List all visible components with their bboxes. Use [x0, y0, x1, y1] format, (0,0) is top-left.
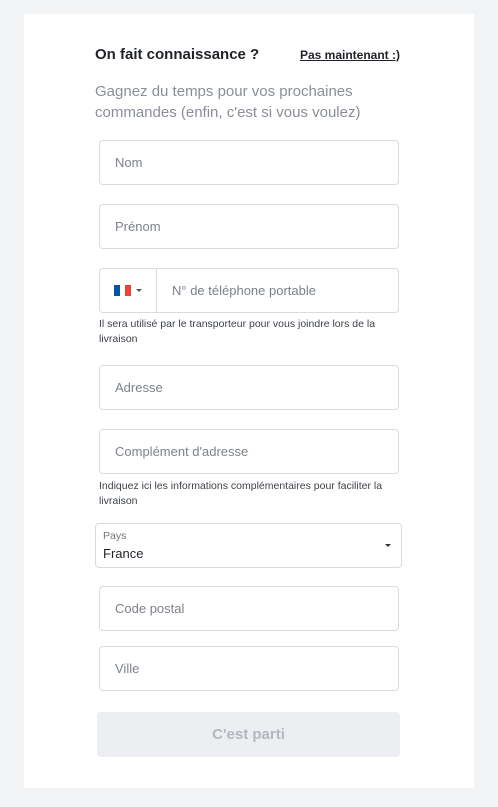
adresse-input[interactable]: Adresse: [99, 365, 399, 410]
phone-hint: Il sera utilisé par le transporteur pour…: [99, 318, 376, 345]
skip-link[interactable]: Pas maintenant :): [300, 48, 400, 62]
complement-hint: Indiquez ici les informations complément…: [99, 480, 383, 507]
fr-flag-icon: [114, 285, 132, 296]
ville-placeholder: Ville: [115, 661, 140, 676]
chevron-down-icon: [136, 289, 142, 292]
pays-label: Pays: [103, 530, 127, 542]
complement-input[interactable]: Complément d'adresse: [99, 429, 399, 474]
form-header: On fait connaissance ? Pas maintenant :): [95, 46, 400, 63]
ville-input[interactable]: Ville: [99, 646, 399, 691]
form-subtitle: Gagnez du temps pour vos prochaines comm…: [95, 83, 361, 121]
adresse-placeholder: Adresse: [115, 380, 163, 395]
country-code-selector[interactable]: [100, 269, 157, 312]
code-postal-input[interactable]: Code postal: [99, 586, 399, 631]
pays-value: France: [103, 546, 144, 561]
submit-button[interactable]: C'est parti: [97, 712, 400, 757]
chevron-down-icon: [385, 544, 391, 547]
code-postal-placeholder: Code postal: [115, 601, 185, 616]
phone-input[interactable]: N° de téléphone portable: [157, 269, 398, 312]
signup-card: On fait connaissance ? Pas maintenant :)…: [24, 14, 474, 788]
prenom-input[interactable]: Prénom: [99, 204, 399, 249]
phone-field: N° de téléphone portable: [99, 268, 399, 313]
form-title: On fait connaissance ?: [95, 46, 260, 63]
prenom-placeholder: Prénom: [115, 219, 161, 234]
complement-placeholder: Complément d'adresse: [115, 444, 249, 459]
nom-placeholder: Nom: [115, 155, 143, 170]
phone-placeholder: N° de téléphone portable: [172, 283, 316, 298]
pays-select[interactable]: Pays France: [95, 523, 402, 568]
nom-input[interactable]: Nom: [99, 140, 399, 185]
